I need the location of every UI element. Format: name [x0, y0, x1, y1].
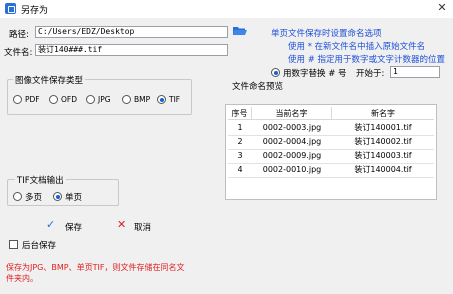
start-at-input[interactable]: 1: [390, 66, 440, 78]
tip-line-2: 使用 * 在新文件名中插入原始文件名: [288, 42, 426, 52]
tip-line-3: 使用 # 指定用于数字或文字计数器的位置: [288, 55, 446, 65]
preview-table: 序号 当前名字 新名字 1 0002-0003.jpg 装订140001.tif…: [225, 104, 437, 200]
preview-title: 文件命名预览: [232, 82, 284, 92]
row-2-current: 0002-0004.jpg: [262, 137, 322, 146]
row-1-current: 0002-0003.jpg: [262, 123, 322, 132]
close-button[interactable]: ✕: [435, 1, 449, 15]
radio-bmp[interactable]: [122, 95, 131, 104]
save-button-label: 保存: [65, 223, 83, 233]
row-3-index: 3: [237, 151, 243, 160]
header-index: 序号: [228, 107, 252, 120]
radio-ofd[interactable]: [49, 95, 58, 104]
title-bar: 另存为 ✕: [0, 0, 453, 18]
radio-singlepage-label: 单页: [65, 193, 83, 203]
radio-pdf[interactable]: [13, 95, 22, 104]
format-group-title: 图像文件保存类型: [13, 74, 86, 86]
radio-pdf-label: PDF: [25, 95, 40, 104]
header-new-name: 新名字: [332, 107, 434, 120]
row-4-new: 装订140004.tif: [354, 165, 412, 174]
replace-hash-label: 用数字替换 # 号: [283, 69, 347, 79]
row-3-new: 装订140003.tif: [354, 151, 412, 160]
background-save-label: 后台保存: [22, 241, 57, 251]
save-location-warning: 保存为JPG、BMP、单页TIF，则文件存储在同名文件夹内。: [6, 263, 185, 283]
app-icon: [5, 3, 16, 14]
filename-input[interactable]: 装订140###.tif: [35, 44, 228, 56]
cancel-button[interactable]: ✕ 取消: [117, 218, 157, 234]
radio-jpg[interactable]: [86, 95, 95, 104]
header-current-name: 当前名字: [252, 107, 332, 120]
path-input[interactable]: C:/Users/EDZ/Desktop: [35, 26, 228, 38]
radio-singlepage[interactable]: [53, 192, 62, 201]
replace-hash-radio[interactable]: [271, 68, 280, 77]
tip-line-1: 单页文件保存时设置命名选项: [271, 29, 382, 39]
folder-icon[interactable]: [233, 25, 247, 36]
radio-ofd-label: OFD: [61, 95, 77, 104]
save-button[interactable]: ✓ 保存: [46, 218, 86, 234]
radio-tif[interactable]: [157, 95, 166, 104]
filename-label: 文件名:: [4, 48, 33, 58]
radio-tif-label: TIF: [169, 95, 181, 104]
radio-bmp-label: BMP: [134, 95, 151, 104]
tif-group-title: TIF文档输出: [15, 174, 66, 186]
radio-multipage[interactable]: [13, 192, 22, 201]
row-4-current: 0002-0010.jpg: [262, 165, 322, 174]
radio-multipage-label: 多页: [25, 193, 43, 203]
row-1-index: 1: [237, 123, 243, 132]
row-divider: [228, 177, 434, 178]
checkmark-icon: ✓: [46, 218, 56, 231]
path-label: 路径:: [9, 30, 29, 40]
row-3-current: 0002-0009.jpg: [262, 151, 322, 160]
window-title: 另存为: [21, 6, 49, 16]
x-icon: ✕: [117, 218, 127, 231]
radio-jpg-label: JPG: [98, 95, 111, 104]
row-4-index: 4: [237, 165, 243, 174]
cancel-button-label: 取消: [134, 223, 152, 233]
row-1-new: 装订140001.tif: [354, 123, 412, 132]
row-2-new: 装订140002.tif: [354, 137, 412, 146]
start-at-label: 开始于:: [356, 69, 385, 79]
row-2-index: 2: [237, 137, 243, 146]
background-save-checkbox[interactable]: [9, 240, 18, 249]
